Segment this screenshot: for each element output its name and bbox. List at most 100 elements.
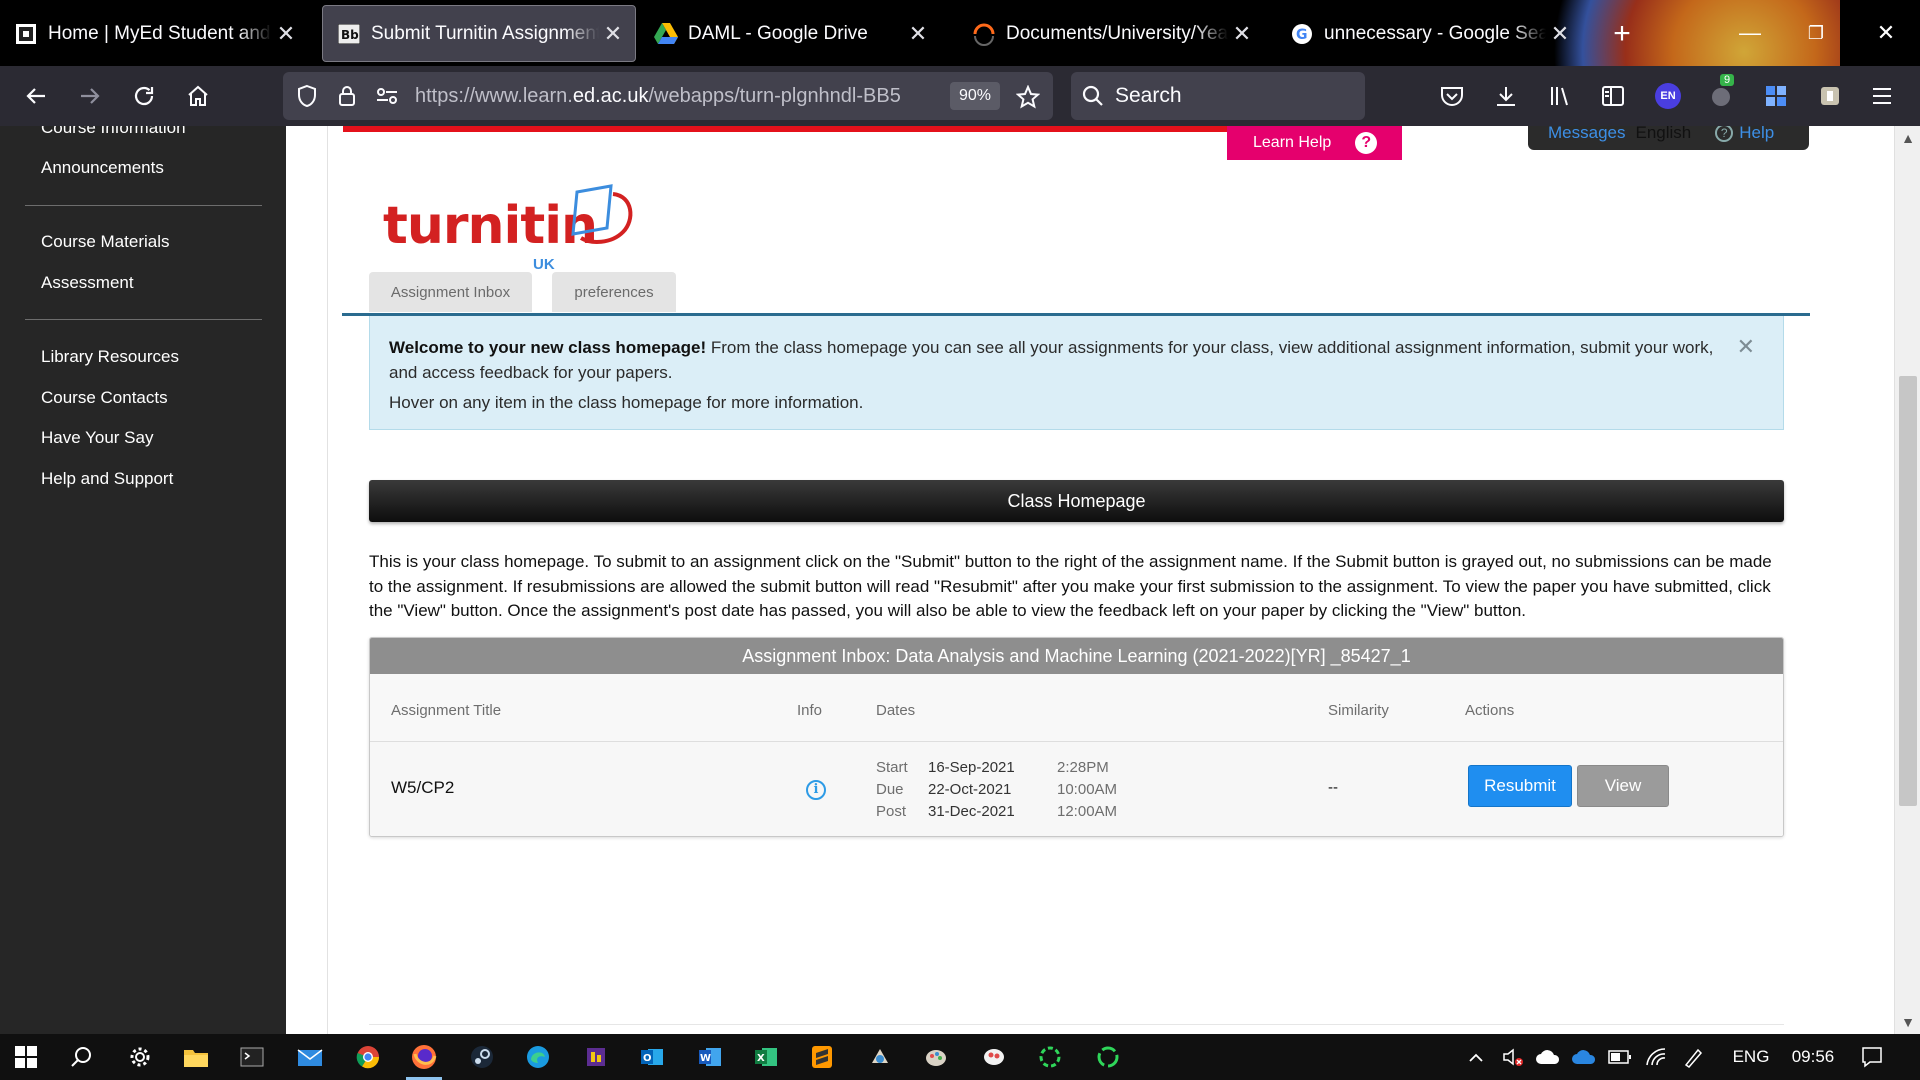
forward-button[interactable] — [70, 76, 110, 116]
close-tab-icon[interactable]: ✕ — [904, 21, 932, 47]
reload-button[interactable] — [124, 76, 164, 116]
vertical-scrollbar[interactable]: ▲ ▼ — [1894, 126, 1920, 1034]
resubmit-button[interactable]: Resubmit — [1468, 765, 1572, 807]
paint-3d-icon[interactable] — [968, 1034, 1020, 1080]
search-taskbar-icon[interactable] — [56, 1034, 108, 1080]
shield-icon[interactable] — [287, 72, 327, 120]
wifi-icon[interactable] — [1640, 1034, 1672, 1080]
column-dates: Dates — [876, 702, 916, 719]
close-window-button[interactable]: ✕ — [1856, 10, 1916, 56]
excel-icon[interactable]: X — [740, 1034, 792, 1080]
date-due: 22-Oct-2021 — [928, 781, 1012, 798]
bookmark-star-icon[interactable] — [1011, 80, 1045, 114]
close-tab-icon[interactable]: ✕ — [1546, 21, 1574, 47]
search-input[interactable]: Search — [1071, 72, 1365, 120]
tab-assignment-inbox[interactable]: Assignment Inbox — [369, 272, 532, 312]
notifications-icon[interactable] — [1852, 1034, 1892, 1080]
column-info: Info — [797, 702, 823, 719]
view-button[interactable]: View — [1577, 765, 1669, 807]
pen-icon[interactable] — [1678, 1034, 1710, 1080]
terminal-icon[interactable] — [226, 1034, 278, 1080]
volume-muted-icon[interactable] — [1498, 1034, 1528, 1080]
minimize-button[interactable]: — — [1720, 10, 1780, 56]
word-icon[interactable]: W — [684, 1034, 736, 1080]
puzzle-extension-icon[interactable] — [1814, 80, 1846, 112]
tab-strip: Home | MyEd Student and Staff ✕ Bb Submi… — [0, 0, 1920, 130]
sidebar-item-announcements[interactable]: Announcements — [41, 158, 164, 178]
turnitin-page: Learn Help ? Messages English ? Help tur… — [328, 126, 1894, 1034]
paint-icon[interactable] — [910, 1034, 962, 1080]
close-tab-icon[interactable]: ✕ — [272, 21, 300, 47]
scrollbar-thumb[interactable] — [1899, 376, 1917, 806]
language-extension-icon[interactable]: EN — [1652, 80, 1684, 112]
permissions-icon[interactable] — [367, 72, 407, 120]
menu-icon[interactable] — [1866, 80, 1898, 112]
show-hidden-icons-chevron-icon[interactable] — [1462, 1034, 1490, 1080]
close-tab-icon[interactable]: ✕ — [1228, 21, 1256, 47]
assignment-title[interactable]: W5/CP2 — [391, 778, 454, 798]
library-icon[interactable] — [1544, 80, 1576, 112]
time-due: 10:00AM — [1057, 781, 1118, 798]
tab-myed[interactable]: Home | MyEd Student and Staff ✕ — [0, 5, 308, 62]
extension-icon[interactable]: 9 — [1706, 74, 1738, 112]
mail-icon[interactable] — [284, 1034, 336, 1080]
visual-studio-icon[interactable] — [570, 1034, 622, 1080]
back-button[interactable] — [16, 76, 56, 116]
new-tab-button[interactable]: + — [1604, 16, 1640, 52]
start-button[interactable] — [0, 1034, 52, 1080]
downloads-icon[interactable] — [1490, 80, 1522, 112]
tab-preferences[interactable]: preferences — [552, 272, 676, 312]
outlook-icon[interactable]: O — [626, 1034, 678, 1080]
app-icon[interactable] — [854, 1034, 906, 1080]
home-icon — [188, 85, 208, 106]
loading-icon — [972, 22, 996, 46]
language-link[interactable]: English — [1635, 126, 1692, 143]
clock[interactable]: 09:56 — [1778, 1034, 1848, 1080]
lock-icon[interactable] — [327, 72, 367, 120]
messages-link[interactable]: Messages — [1548, 126, 1625, 143]
firefox-icon[interactable] — [398, 1034, 450, 1080]
edge-icon[interactable] — [512, 1034, 564, 1080]
tab-google-search[interactable]: G unnecessary - Google Search ✕ — [1276, 5, 1582, 62]
tab-google-drive[interactable]: DAML - Google Drive ✕ — [640, 5, 940, 62]
input-language[interactable]: ENG — [1726, 1034, 1776, 1080]
reload-icon — [134, 86, 154, 106]
sidebar-item-have-your-say[interactable]: Have Your Say — [41, 428, 153, 448]
sidebar-item-course-materials[interactable]: Course Materials — [41, 232, 170, 252]
sublime-text-icon[interactable] — [796, 1034, 848, 1080]
zoom-indicator[interactable]: 90% — [950, 82, 1000, 110]
close-icon[interactable]: ✕ — [1737, 334, 1755, 359]
cloud-icon[interactable] — [1532, 1034, 1564, 1080]
maximize-button[interactable]: ❐ — [1786, 10, 1846, 56]
sidebar-item-course-contacts[interactable]: Course Contacts — [41, 388, 168, 408]
close-tab-icon[interactable]: ✕ — [599, 21, 627, 47]
sidebar-item-library-resources[interactable]: Library Resources — [41, 347, 179, 367]
sidebar-item-course-information[interactable]: Course Information — [41, 126, 186, 138]
tab-documents[interactable]: Documents/University/Year 5/ ✕ — [958, 5, 1264, 62]
spinner-app-icon-2[interactable] — [1082, 1034, 1134, 1080]
grid-extension-icon[interactable] — [1760, 80, 1792, 112]
tab-turnitin[interactable]: Bb Submit Turnitin Assignment ✕ — [322, 5, 636, 62]
sidebar-item-help-and-support[interactable]: Help and Support — [41, 469, 173, 489]
turnitin-logo: turnitin UK — [383, 176, 633, 273]
onedrive-icon[interactable] — [1568, 1034, 1600, 1080]
sidebar-toggle-icon[interactable] — [1597, 80, 1629, 112]
sidebar-item-assessment[interactable]: Assessment — [41, 273, 134, 293]
settings-gear-icon[interactable] — [114, 1034, 166, 1080]
date-label-post: Post — [876, 803, 907, 820]
steam-icon[interactable] — [456, 1034, 508, 1080]
battery-icon[interactable] — [1604, 1034, 1636, 1080]
scroll-up-arrow-icon[interactable]: ▲ — [1895, 130, 1920, 146]
svg-text:W: W — [700, 1053, 711, 1064]
url-bar[interactable]: https://www.learn.ed.ac.uk/webapps/turn-… — [283, 72, 1053, 120]
file-explorer-icon[interactable] — [170, 1034, 222, 1080]
home-button[interactable] — [178, 76, 218, 116]
pocket-icon[interactable] — [1436, 80, 1468, 112]
info-icon[interactable]: i — [806, 780, 826, 800]
spinner-app-icon[interactable] — [1024, 1034, 1076, 1080]
url-text[interactable]: https://www.learn.ed.ac.uk/webapps/turn-… — [415, 85, 935, 108]
learn-help-button[interactable]: Learn Help ? — [1227, 126, 1402, 160]
scroll-down-arrow-icon[interactable]: ▼ — [1895, 1014, 1920, 1030]
help-link[interactable]: ? Help — [1715, 126, 1774, 143]
chrome-icon[interactable] — [342, 1034, 394, 1080]
